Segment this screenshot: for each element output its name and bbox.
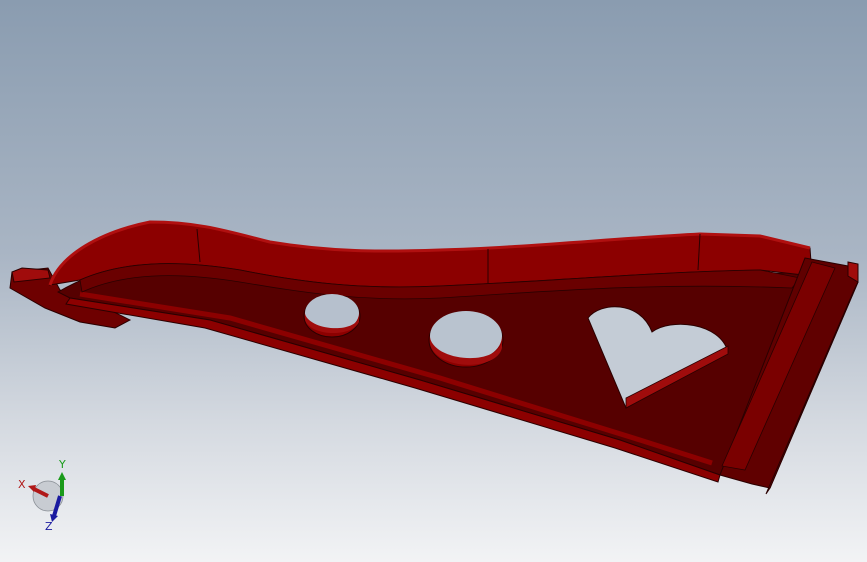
orientation-triad[interactable]: X Y Z — [14, 458, 74, 534]
large-circle-hole[interactable] — [428, 311, 504, 368]
x-axis-label: X — [18, 478, 26, 491]
y-axis-label: Y — [58, 458, 66, 471]
small-circle-hole[interactable] — [303, 294, 361, 338]
y-axis-arrowhead — [58, 472, 66, 480]
3d-viewport[interactable]: X Y Z — [0, 0, 867, 562]
z-axis-label: Z — [45, 520, 53, 533]
bracket-model[interactable] — [0, 0, 867, 562]
